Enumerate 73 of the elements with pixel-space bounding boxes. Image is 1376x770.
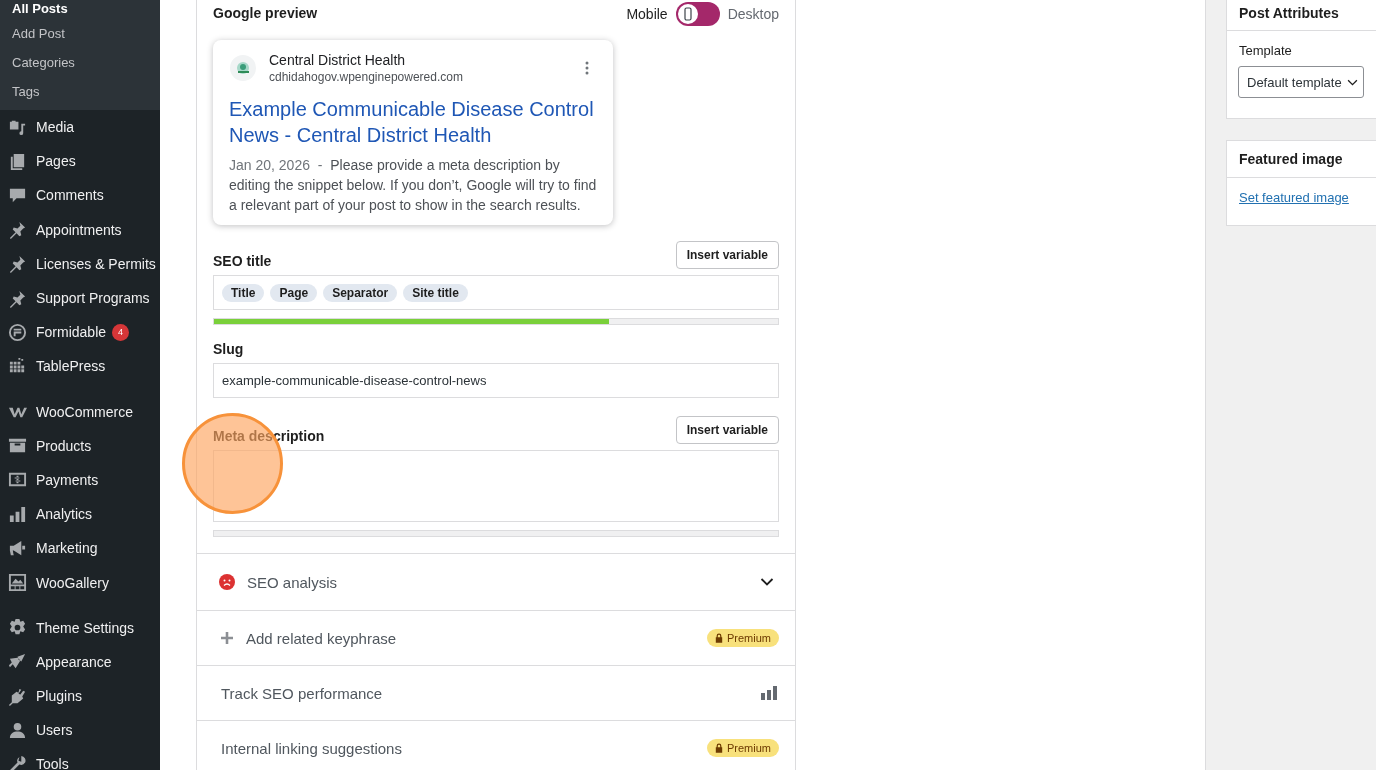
menu-item[interactable]: WooCommerce — [0, 394, 160, 429]
collapsible-section[interactable]: Internal linking suggestions Premium — [197, 720, 795, 770]
field-label: SEO title — [213, 253, 272, 269]
form-icon — [8, 322, 27, 342]
premium-badge: Premium — [707, 739, 779, 757]
panel-title[interactable]: Featured image — [1227, 141, 1376, 178]
menu-item[interactable]: Tools — [0, 747, 160, 770]
menu-item[interactable]: WooGallery — [0, 565, 160, 600]
menu-item[interactable]: Products — [0, 428, 160, 463]
wrench-icon — [8, 754, 27, 770]
pin-icon — [8, 254, 27, 274]
template-select[interactable]: Default template — [1238, 66, 1364, 98]
result-snippet: Jan 20, 2026 - Please provide a meta description by editing the snippet below. If you don’t, Google will try to find a relevant part of your post to show in the search results. — [229, 156, 597, 215]
megaphone-icon — [8, 538, 27, 558]
bar-chart-icon — [761, 686, 777, 700]
mode-label[interactable]: Desktop — [727, 6, 779, 22]
submenu-item[interactable]: Tags — [0, 77, 160, 106]
pin-icon — [8, 220, 27, 240]
site-favicon-icon — [229, 54, 257, 82]
collapsible-section[interactable]: SEO analysis — [197, 553, 795, 610]
collapsible-section[interactable]: Add related keyphrase Premium — [197, 610, 795, 665]
submenu-item[interactable]: Categories — [0, 48, 160, 77]
phone-icon — [682, 7, 693, 21]
menu-item[interactable]: Licenses & Permits — [0, 246, 160, 281]
notification-count: 4 — [112, 323, 130, 341]
menu-item[interactable]: Users — [0, 713, 160, 748]
result-title-link[interactable]: Example Communicable Disease Control News - Central District Health — [229, 96, 597, 148]
submenu-item[interactable]: Add Post — [0, 19, 160, 48]
pages-icon — [8, 151, 27, 171]
menu-item[interactable]: Analytics — [0, 497, 160, 532]
menu-item[interactable]: Payments — [0, 462, 160, 498]
menu-item[interactable]: Marketing — [0, 531, 160, 566]
menu-item[interactable]: Media — [0, 110, 160, 145]
bar-chart-icon — [8, 504, 27, 524]
plus-icon — [221, 632, 233, 644]
preview-mode-toggle[interactable] — [675, 2, 720, 26]
mode-label[interactable]: Mobile — [626, 6, 668, 22]
menu-item[interactable]: Theme Settings — [0, 610, 160, 645]
menu-item[interactable]: Plugins — [0, 679, 160, 714]
menu-item[interactable]: Support Programs — [0, 280, 160, 316]
menu-item[interactable]: Pages — [0, 144, 160, 179]
seo-title-field[interactable]: Title Page Separator Site title — [213, 275, 779, 310]
variable-tag: Site title — [403, 283, 468, 302]
section-heading: Google preview — [213, 5, 318, 21]
gallery-icon — [8, 573, 27, 593]
meta-description-field[interactable] — [213, 450, 779, 522]
user-icon — [8, 720, 27, 740]
menu-item[interactable]: Appointments — [0, 212, 160, 247]
slug-field[interactable]: example-communicable-disease-control-news — [213, 363, 779, 398]
menu-item[interactable]: Formidable 4 — [0, 315, 160, 350]
premium-badge: Premium — [707, 629, 779, 647]
insert-variable-button[interactable]: Insert variable — [675, 241, 779, 269]
submenu-item[interactable]: All Posts — [0, 0, 160, 19]
set-featured-image-link[interactable]: Set featured image — [1239, 190, 1349, 205]
sad-face-icon — [219, 574, 235, 590]
menu-item[interactable]: Comments — [0, 178, 160, 213]
field-label: Template — [1239, 43, 1293, 58]
site-name: Central District Health — [269, 52, 407, 68]
menu-item[interactable]: Appearance — [0, 644, 160, 679]
panel-title[interactable]: Post Attributes — [1227, 0, 1376, 31]
plug-icon — [8, 686, 27, 706]
variable-tag: Title — [222, 283, 265, 302]
site-url: cdhidahogov.wpenginepowered.com — [269, 70, 464, 84]
chevron-down-icon — [1346, 78, 1358, 86]
lock-icon — [715, 743, 723, 753]
collapsible-section[interactable]: Track SEO performance — [197, 665, 795, 720]
insert-variable-button[interactable]: Insert variable — [675, 416, 779, 444]
variable-tag: Page — [270, 283, 318, 302]
lock-icon — [715, 633, 723, 643]
field-label: Slug — [213, 341, 244, 357]
variable-tag: Separator — [323, 283, 398, 302]
more-options-icon[interactable] — [585, 61, 589, 75]
menu-item[interactable]: TablePress — [0, 349, 160, 384]
